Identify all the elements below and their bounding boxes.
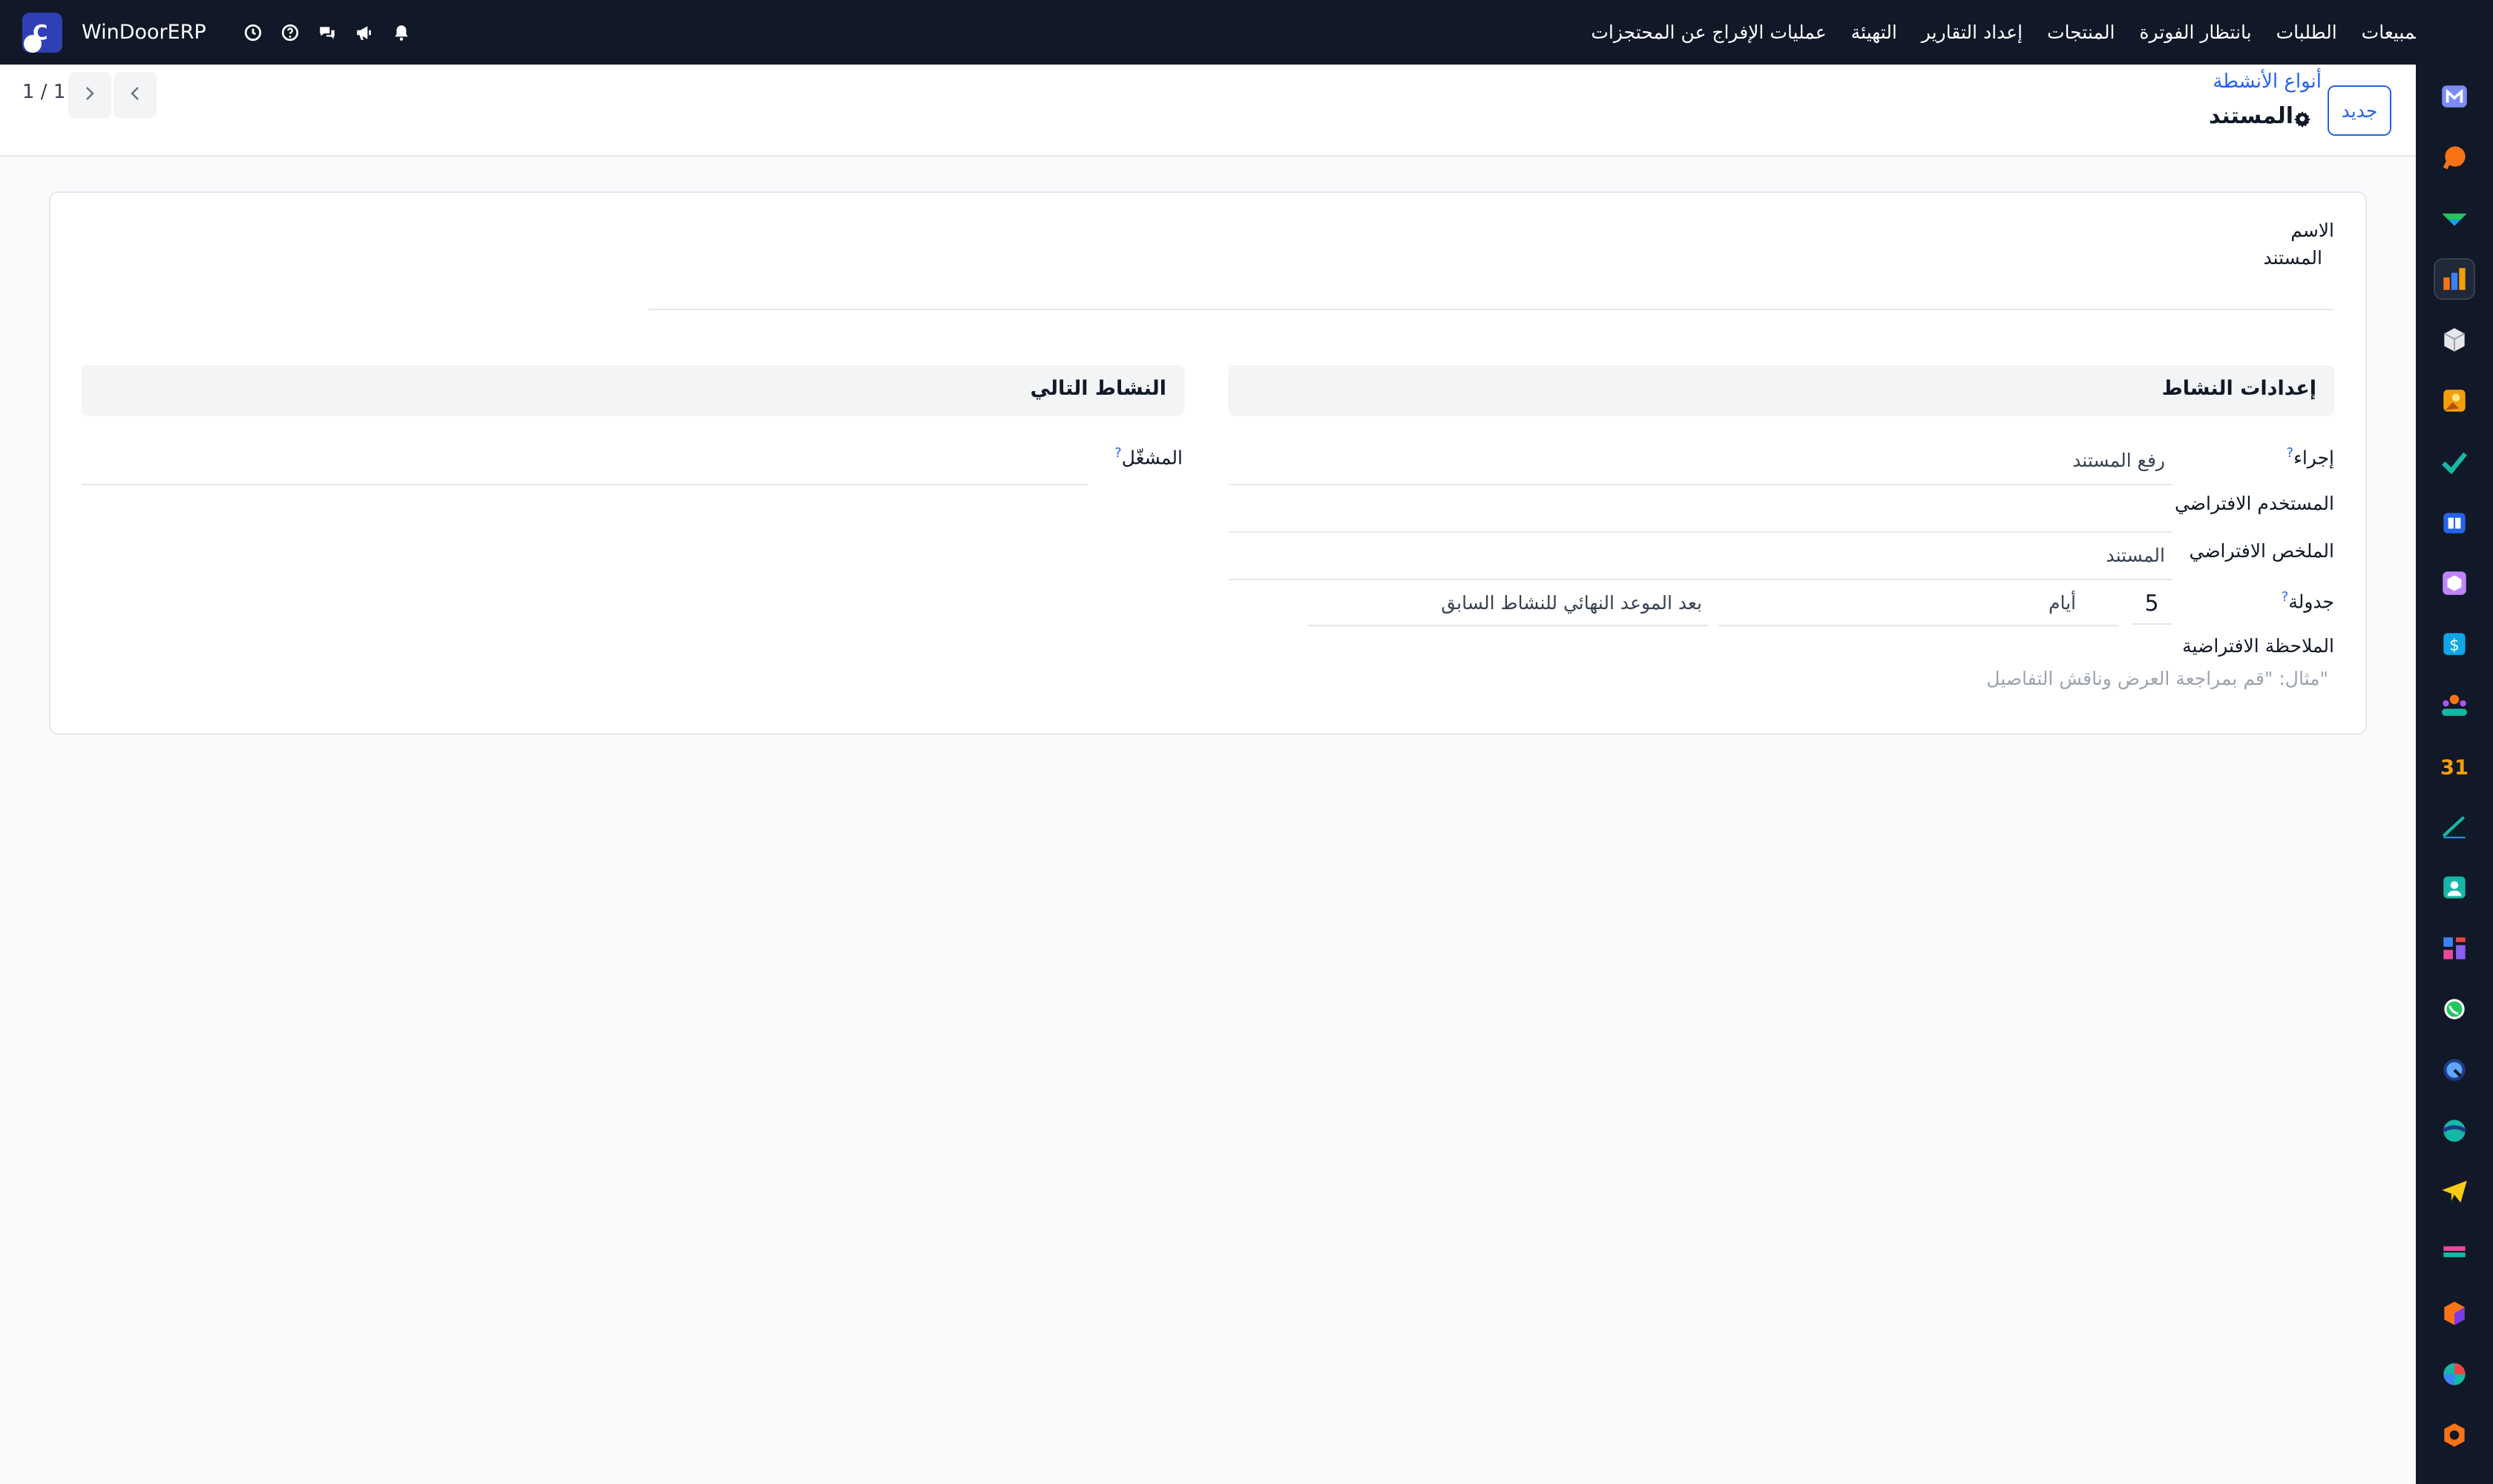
new-button[interactable]: جديد [2328,85,2391,136]
default-user-field-underline [1229,531,2172,533]
box-icon[interactable] [2435,321,2474,359]
hexagon-outline-icon[interactable] [2435,1416,2474,1454]
todo-icon[interactable] [2435,442,2474,481]
menu-item-escrow-releases[interactable]: عمليات الإفراج عن المحتجزات [1591,22,1826,43]
record-title-text: المستند [2208,103,2293,129]
trigger-label: ?المشغّل [1114,445,1183,469]
default-note-field[interactable]: مثال: "قم بمراجعة العرض وناقش التفاصيل" [1986,668,2328,689]
schedule-label: ?جدولة [2281,589,2334,613]
telegram-icon[interactable] [2435,1172,2474,1211]
name-field-underline [648,309,2334,310]
menu-item-orders[interactable]: الطلبات [2276,22,2337,43]
whatsapp-icon[interactable] [2435,990,2474,1028]
bell-icon[interactable] [392,23,411,42]
app-sidebar: $ 31 [2416,0,2493,1484]
chevron-right-icon [81,85,99,105]
schedule-delay-count[interactable]: 5 [2131,585,2172,625]
help-icon[interactable]: ? [2282,589,2289,605]
gear-icon[interactable] [2293,108,2311,128]
calendar-icon[interactable]: 31 [2435,746,2474,785]
clock-icon[interactable] [243,23,263,42]
svg-text:31: 31 [2440,757,2469,780]
contacts-icon[interactable] [2435,868,2474,907]
package-icon[interactable] [2435,564,2474,603]
help-icon[interactable]: ? [1114,445,1122,461]
default-summary-field-underline [1229,579,2172,580]
sign-icon[interactable] [2435,807,2474,846]
megaphone-icon[interactable] [355,23,374,42]
record-title: المستند [2209,103,2322,129]
menu-item-configuration[interactable]: التهيئة [1851,22,1897,43]
discuss-icon[interactable] [2435,1051,2474,1089]
next-activity-header: النشاط التالي [82,365,1184,414]
default-summary-field[interactable]: المستند [2106,545,2165,566]
billing-icon[interactable]: $ [2435,625,2474,663]
help-icon[interactable]: ? [2287,445,2294,461]
action-field-underline [1229,484,2172,485]
hexagon-icon[interactable] [2435,1294,2474,1333]
breadcrumb-activity-types[interactable]: أنواع الأنشطة [2213,70,2322,93]
name-label: الاسم [2290,220,2334,241]
menu-item-products[interactable]: المنتجات [2047,22,2115,43]
chevron-left-icon [126,85,144,105]
knowledge-icon[interactable] [2435,503,2474,542]
default-summary-label: الملخص الافتراضي [2189,540,2334,562]
default-note-label: الملاحظة الافتراضية [2182,635,2334,657]
gmail-icon[interactable] [2435,77,2474,116]
form-sheet: الاسم المستند إعدادات النشاط النشاط التا… [49,191,2367,735]
chat-bubble-icon[interactable] [2435,138,2474,177]
inventory-icon[interactable] [2435,199,2474,237]
activity-settings-title: إعدادات النشاط [2161,377,2316,400]
pie-icon[interactable] [2435,1355,2474,1393]
trigger-field-underline [82,484,1088,485]
pager-next-button[interactable] [68,72,111,118]
pager-value[interactable]: 1 / 1 [22,81,65,103]
company-logo[interactable]: C [22,12,62,53]
main-menu: المبيعات الطلبات بانتظار الفوترة المنتجا… [1566,0,2469,65]
help-icon[interactable] [280,23,300,42]
photo-icon[interactable] [2435,381,2474,420]
schedule-delay-from[interactable]: بعد الموعد النهائي للنشاط السابق [1441,592,1702,614]
schedule-delay-unit[interactable]: أيام [2049,592,2076,614]
pager-previous-button[interactable] [114,72,157,118]
menu-item-reporting[interactable]: إعداد التقارير [1922,22,2023,43]
chat-icon[interactable] [318,23,337,42]
team-icon[interactable] [2435,686,2474,724]
dashboard-icon[interactable] [2435,929,2474,968]
name-field[interactable]: المستند [2263,247,2322,269]
svg-text:$: $ [2449,636,2459,654]
schedule-unit-underline [1718,625,2119,626]
default-user-label: المستخدم الافتراضي [2174,493,2334,514]
control-panel: جديد أنواع الأنشطة المستند 1 / 1 [0,65,2416,157]
action-label: ?إجراء [2286,445,2334,469]
reporting-icon[interactable] [2434,258,2475,300]
top-navbar: المبيعات الطلبات بانتظار الفوترة المنتجا… [0,0,2493,65]
navbar-systray: C WinDoorERP [22,0,411,65]
company-name[interactable]: WinDoorERP [82,21,206,44]
next-activity-title: النشاط التالي [1030,377,1166,400]
website-icon[interactable] [2435,1112,2474,1150]
bank-icon[interactable] [2435,1233,2474,1272]
menu-item-to-invoice[interactable]: بانتظار الفوترة [2139,22,2251,43]
action-field[interactable]: رفع المستند [2072,450,2165,471]
schedule-from-underline [1307,625,1708,626]
activity-settings-header: إعدادات النشاط [1229,365,2334,414]
